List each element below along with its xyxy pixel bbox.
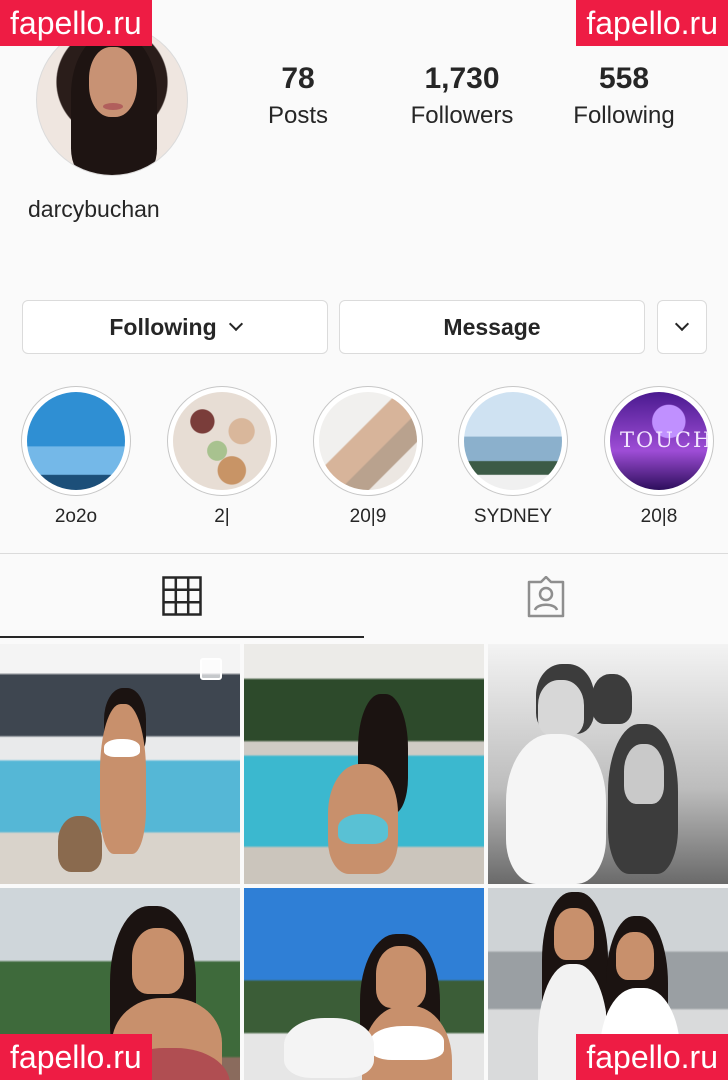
chevron-down-icon bbox=[228, 316, 243, 332]
posts-count: 78 bbox=[281, 62, 315, 95]
suggested-accounts-button[interactable] bbox=[657, 300, 707, 354]
posts-label: Posts bbox=[267, 102, 329, 129]
message-button[interactable]: Message bbox=[339, 300, 645, 354]
highlight-label: 20|9 bbox=[349, 506, 387, 527]
highlight-item[interactable]: SYDNEY bbox=[457, 386, 569, 528]
highlight-ring bbox=[21, 386, 131, 496]
following-label: Following bbox=[573, 102, 675, 129]
post-thumbnail[interactable] bbox=[244, 644, 484, 884]
post-thumbnail[interactable] bbox=[488, 644, 728, 884]
watermark: fapello.ru bbox=[0, 0, 152, 46]
highlight-thumbnail-text: TOUCH bbox=[620, 428, 708, 452]
highlight-ring bbox=[313, 386, 423, 496]
post-thumbnail[interactable] bbox=[244, 888, 484, 1080]
profile-avatar[interactable] bbox=[36, 24, 188, 176]
highlight-item[interactable]: 2o2o bbox=[20, 386, 132, 528]
highlight-label: SYDNEY bbox=[473, 506, 553, 527]
grid-icon[interactable] bbox=[162, 576, 202, 616]
message-button-label: Message bbox=[443, 313, 541, 340]
tagged-icon[interactable] bbox=[525, 576, 567, 618]
highlight-label: 20|8 bbox=[640, 506, 678, 527]
watermark: fapello.ru bbox=[576, 0, 728, 46]
watermark: fapello.ru bbox=[576, 1034, 728, 1080]
profile-stats: 78 Posts 1,730 Followers 558 Following bbox=[230, 62, 710, 142]
highlight-thumbnail bbox=[464, 392, 562, 490]
carousel-icon bbox=[200, 658, 222, 680]
watermark: fapello.ru bbox=[0, 1034, 152, 1080]
following-button-label: Following bbox=[109, 313, 217, 340]
followers-label: Followers bbox=[410, 102, 514, 129]
followers-stat[interactable]: 1,730 Followers bbox=[402, 62, 522, 130]
highlight-ring bbox=[167, 386, 277, 496]
profile-username: darcybuchan bbox=[28, 196, 160, 222]
highlight-ring: TOUCH bbox=[604, 386, 714, 496]
highlight-item[interactable]: TOUCH 20|8 bbox=[603, 386, 715, 528]
followers-count: 1,730 bbox=[424, 62, 500, 95]
highlight-label: 2o2o bbox=[54, 506, 98, 527]
active-tab-indicator bbox=[0, 636, 364, 638]
chevron-down-icon bbox=[674, 316, 690, 332]
post-thumbnail[interactable] bbox=[0, 644, 240, 884]
highlight-thumbnail bbox=[319, 392, 417, 490]
highlight-item[interactable]: 2| bbox=[166, 386, 278, 528]
profile-tabs bbox=[0, 554, 728, 638]
highlight-label: 2| bbox=[214, 506, 230, 527]
highlight-thumbnail bbox=[173, 392, 271, 490]
following-button[interactable]: Following bbox=[22, 300, 328, 354]
following-stat[interactable]: 558 Following bbox=[564, 62, 684, 130]
following-count: 558 bbox=[598, 62, 650, 95]
highlight-item[interactable]: 20|9 bbox=[312, 386, 424, 528]
highlight-thumbnail bbox=[27, 392, 125, 490]
posts-stat[interactable]: 78 Posts bbox=[258, 62, 338, 130]
highlight-ring bbox=[458, 386, 568, 496]
highlight-thumbnail: TOUCH bbox=[610, 392, 708, 490]
